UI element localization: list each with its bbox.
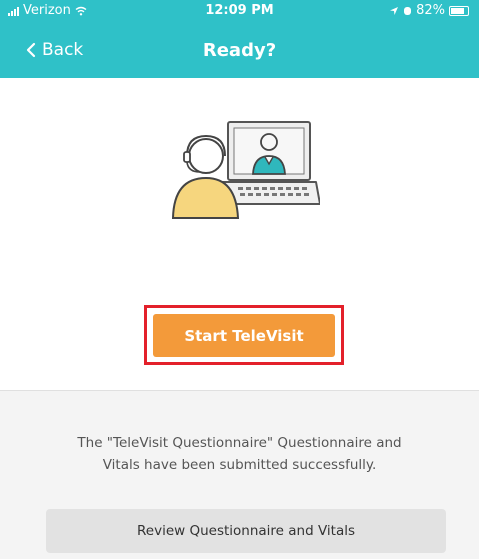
submission-message-line1: The "TeleVisit Questionnaire" Questionna… bbox=[77, 435, 402, 451]
battery-icon bbox=[449, 5, 469, 16]
submission-message-line2: Vitals have been submitted successfully. bbox=[102, 457, 377, 473]
status-right: 82% bbox=[389, 3, 469, 18]
start-televisit-button[interactable]: Start TeleVisit bbox=[153, 314, 335, 357]
location-arrow-icon bbox=[390, 6, 399, 15]
alarm-icon bbox=[404, 6, 412, 15]
app-header: Verizon 12:09 PM 82% Back Ready? bbox=[0, 0, 479, 78]
page-title: Ready? bbox=[202, 40, 277, 61]
submission-message: The "TeleVisit Questionnaire" Questionna… bbox=[40, 432, 439, 476]
status-bar: Verizon 12:09 PM 82% bbox=[0, 0, 479, 22]
review-questionnaire-button[interactable]: Review Questionnaire and Vitals bbox=[46, 509, 446, 553]
battery-percent: 82% bbox=[416, 3, 445, 18]
televisit-illustration bbox=[170, 120, 321, 220]
televisit-doctor-laptop-icon bbox=[171, 121, 321, 219]
